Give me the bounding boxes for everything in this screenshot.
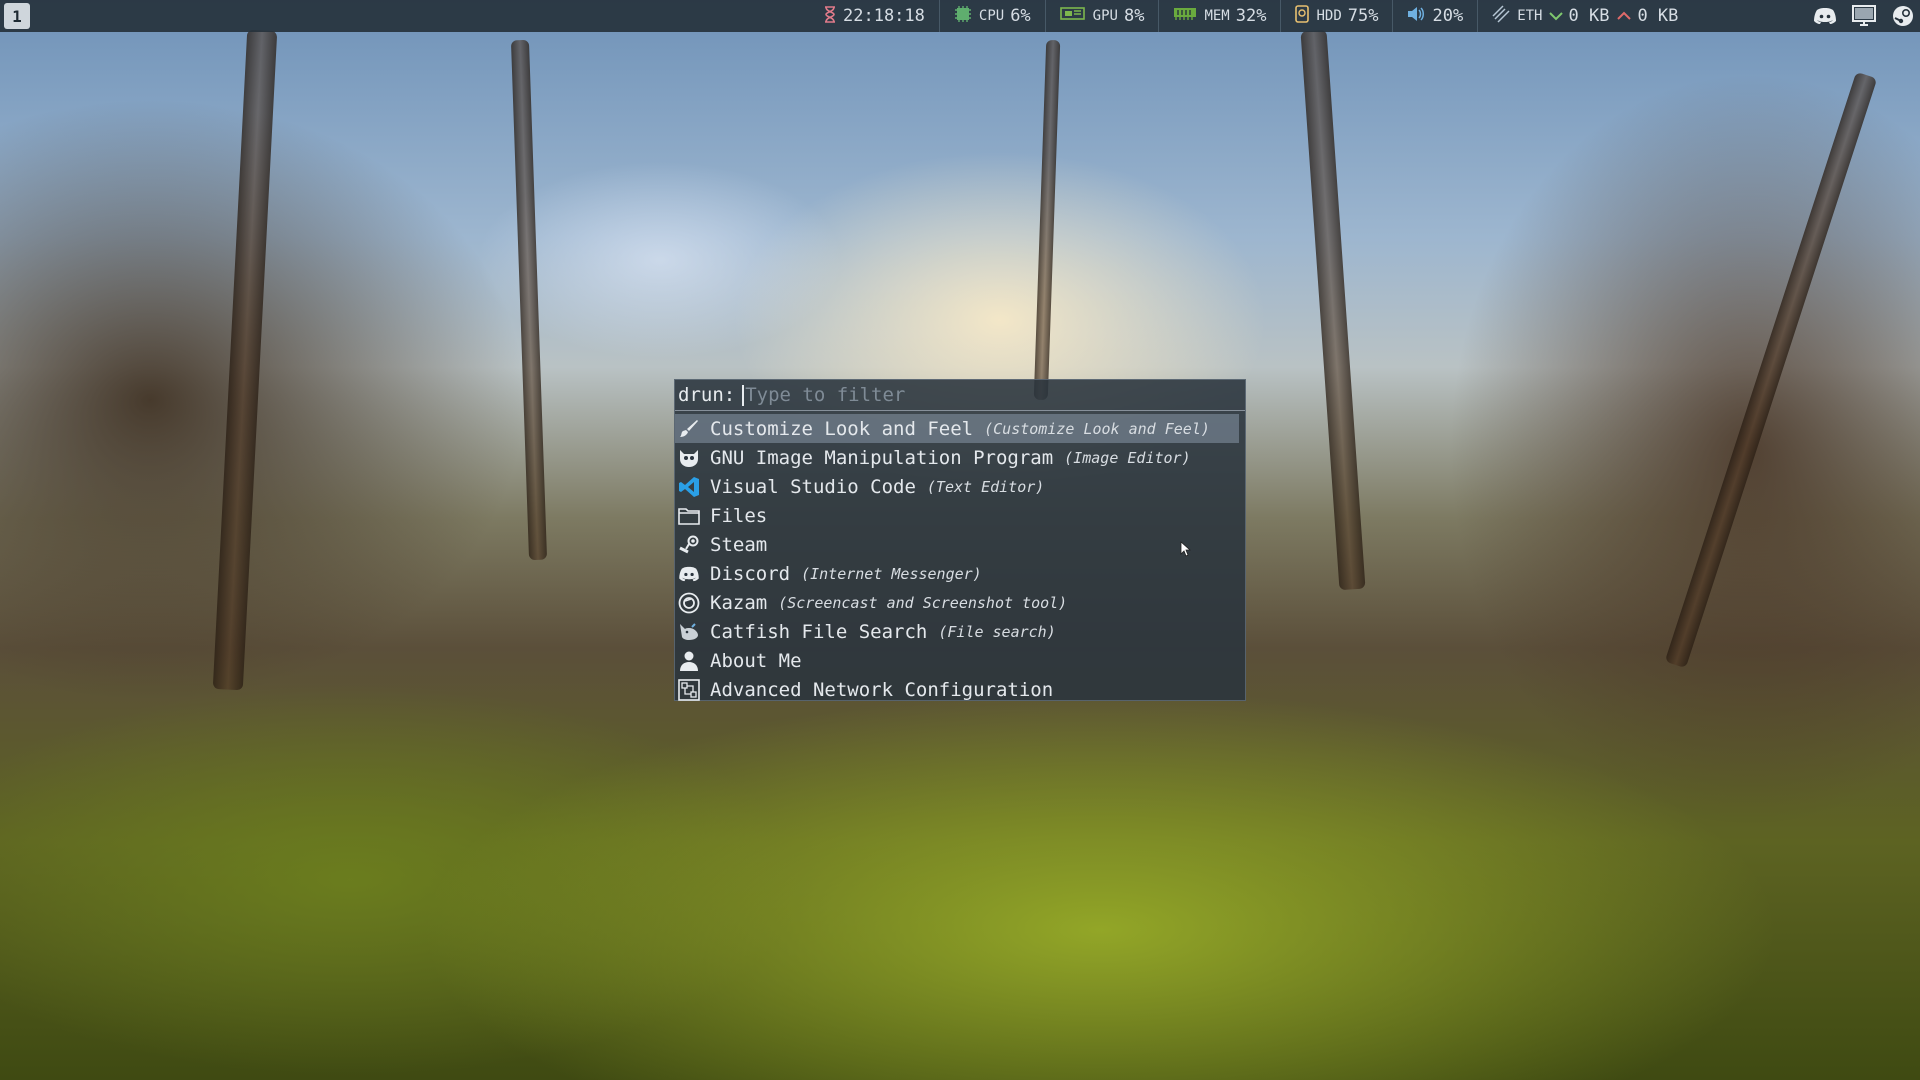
upload-value: 0 KB [1637,6,1679,26]
top-status-bar: 1 22:18:18 CPU 6% GPU 8% MEM 32% HDD 75%… [0,0,1920,32]
entry-description: (Customize Look and Feel) [984,419,1210,438]
mode-prompt: drun: [678,384,736,406]
discord-icon[interactable] [1812,3,1838,29]
launcher-entry-advanced-network-configuration[interactable]: Advanced Network Configuration [675,675,1239,704]
filter-input[interactable] [745,384,1226,406]
clock-module[interactable]: 22:18:18 [810,0,940,32]
entry-name: Kazam [710,591,768,614]
entry-name: Discord [710,562,791,585]
launcher-prompt-row: drun: [675,380,1245,411]
entry-name: Advanced Network Configuration [710,678,1054,701]
cpu-module[interactable]: CPU 6% [940,0,1046,32]
chevron-up-icon [1617,7,1632,25]
cpu-icon [954,5,972,27]
steam-icon [678,534,700,556]
hdd-value: 75% [1347,6,1379,26]
user-icon [678,650,700,672]
wallpaper-tree-trunk [212,29,278,691]
download-value: 0 KB [1568,6,1610,26]
entry-description: (Text Editor) [926,477,1045,496]
entry-description: (Internet Messenger) [801,564,982,583]
wallpaper-tree-trunk [510,39,548,561]
launcher-entry-catfish-file-search[interactable]: Catfish File Search (File search) [675,617,1239,646]
launcher-entry-customize-look-and-feel[interactable]: Customize Look and Feel (Customize Look … [675,414,1239,443]
gpu-label: GPU [1092,8,1118,24]
wallpaper-tree-trunk [1033,39,1061,401]
hdd-module[interactable]: HDD 75% [1281,0,1394,32]
ethernet-icon [1492,5,1510,27]
entry-description: (Image Editor) [1064,448,1191,467]
entry-name: GNU Image Manipulation Program [710,446,1054,469]
network-module[interactable]: ETH 0 KB 0 KB [1478,0,1692,32]
monitor-icon[interactable] [1851,3,1877,29]
entry-name: Files [710,504,768,527]
hdd-icon [1295,5,1310,27]
entry-name: Visual Studio Code [710,475,916,498]
entry-name: Steam [710,533,768,556]
entry-description: (File search) [938,622,1056,641]
app-launcher: drun: Customize Look and Feel (Customize… [674,379,1246,701]
entry-name: About Me [710,649,802,672]
launcher-entry-kazam[interactable]: Kazam (Screencast and Screenshot tool) [675,588,1239,617]
paintbrush-icon [678,418,700,440]
vscode-icon [678,476,700,498]
launcher-entry-files[interactable]: Files [675,501,1239,530]
launcher-entry-steam[interactable]: Steam [675,530,1239,559]
entry-name: Customize Look and Feel [710,417,974,440]
system-tray [1799,0,1916,32]
launcher-entry-visual-studio-code[interactable]: Visual Studio Code (Text Editor) [675,472,1239,501]
wallpaper-tree-trunk [1300,29,1366,591]
clock-value: 22:18:18 [843,6,925,26]
discord-icon [678,563,700,585]
mouse-pointer-icon [1180,541,1192,561]
volume-value: 20% [1432,6,1464,26]
gpu-value: 8% [1123,6,1145,26]
gpu-module[interactable]: GPU 8% [1046,0,1160,32]
entry-description: (Screencast and Screenshot tool) [778,593,1068,612]
gpu-icon [1059,6,1086,26]
entry-name: Catfish File Search [710,620,928,643]
workspace-button[interactable]: 1 [4,3,30,29]
catfish-icon [678,621,700,643]
launcher-entry-gimp[interactable]: GNU Image Manipulation Program (Image Ed… [675,443,1239,472]
launcher-entry-discord[interactable]: Discord (Internet Messenger) [675,559,1239,588]
network-icon [678,678,700,701]
memory-value: 32% [1235,6,1267,26]
hourglass-icon [824,5,836,27]
memory-module[interactable]: MEM 32% [1159,0,1282,32]
folder-icon [678,505,700,527]
launcher-entry-list: Customize Look and Feel (Customize Look … [675,411,1245,704]
chevron-down-icon [1548,7,1563,25]
hdd-label: HDD [1316,8,1342,24]
wallpaper-tree-trunk [1664,71,1878,669]
kazam-icon [678,592,700,614]
network-label: ETH [1517,8,1543,24]
text-caret [742,384,745,406]
launcher-entry-about-me[interactable]: About Me [675,646,1239,675]
memory-icon [1173,7,1197,25]
memory-label: MEM [1204,8,1230,24]
status-modules: 22:18:18 CPU 6% GPU 8% MEM 32% HDD 75% 2… [810,0,1692,32]
cpu-value: 6% [1010,6,1031,26]
volume-icon [1407,6,1425,26]
cpu-label: CPU [978,8,1005,24]
gimp-icon [678,447,700,469]
steam-icon[interactable] [1890,3,1916,29]
volume-module[interactable]: 20% [1393,0,1479,32]
